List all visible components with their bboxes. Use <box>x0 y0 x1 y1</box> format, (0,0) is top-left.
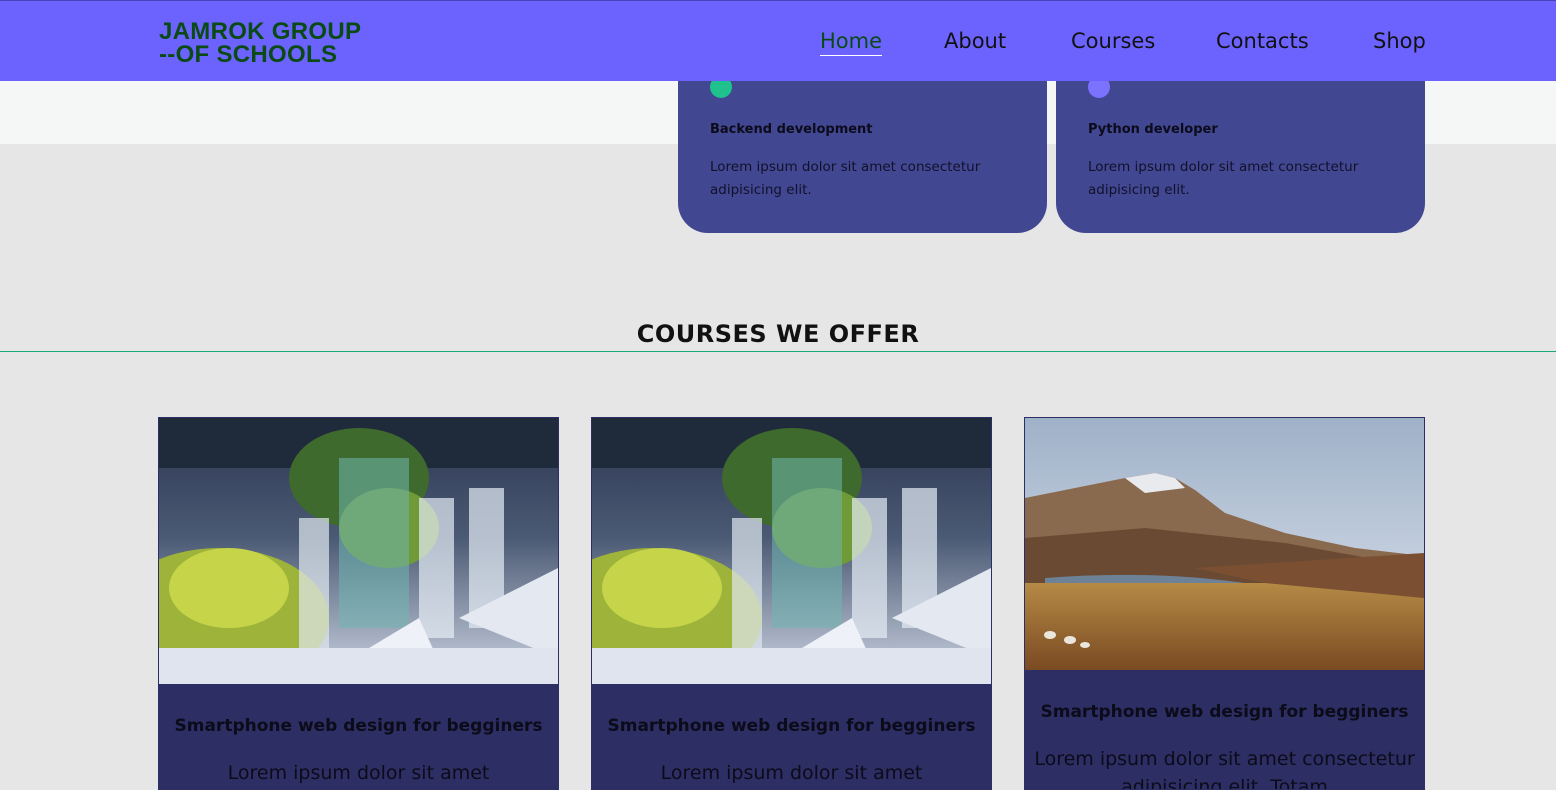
nav-courses-link[interactable]: Courses <box>1071 29 1155 53</box>
feature-card-backend: Backend development Lorem ipsum dolor si… <box>678 60 1047 233</box>
course-title: Smartphone web design for begginers <box>607 716 976 736</box>
course-description: Lorem ipsum dolor sit amet consectetur a… <box>1034 748 1415 790</box>
feature-card-python: Python developer Lorem ipsum dolor sit a… <box>1056 60 1425 233</box>
navbar: JAMROK GROUP --OF SCHOOLS Home About Cou… <box>0 0 1556 81</box>
course-card[interactable]: Smartphone web design for begginers Lore… <box>591 417 992 790</box>
feature-text: Lorem ipsum dolor sit amet consectetur a… <box>710 159 981 198</box>
site-logo[interactable]: JAMROK GROUP --OF SCHOOLS <box>159 18 362 68</box>
logo-line-1: JAMROK GROUP <box>159 18 362 45</box>
course-image-table-setting <box>159 418 558 684</box>
course-card[interactable]: Smartphone web design for begginers Lore… <box>158 417 559 790</box>
course-image-table-setting <box>592 418 991 684</box>
nav-home-link[interactable]: Home <box>820 29 883 56</box>
nav-shop-link[interactable]: Shop <box>1373 29 1426 53</box>
nav-about-link[interactable]: About <box>944 29 1006 53</box>
course-description: Lorem ipsum dolor sit amet <box>227 762 490 784</box>
course-card[interactable]: Smartphone web design for begginers Lore… <box>1024 417 1425 790</box>
feature-title: Backend development <box>710 122 873 137</box>
logo-line-2: --OF SCHOOLS <box>159 41 338 68</box>
feature-title: Python developer <box>1088 122 1218 137</box>
nav-contacts-link[interactable]: Contacts <box>1216 29 1309 53</box>
course-image-mountain-landscape <box>1025 418 1424 670</box>
course-title: Smartphone web design for begginers <box>174 716 543 736</box>
feature-text: Lorem ipsum dolor sit amet consectetur a… <box>1088 159 1359 198</box>
courses-section-title: COURSES WE OFFER <box>636 320 920 348</box>
course-description: Lorem ipsum dolor sit amet <box>660 762 923 784</box>
section-divider <box>0 351 1556 352</box>
course-title: Smartphone web design for begginers <box>1040 702 1409 722</box>
